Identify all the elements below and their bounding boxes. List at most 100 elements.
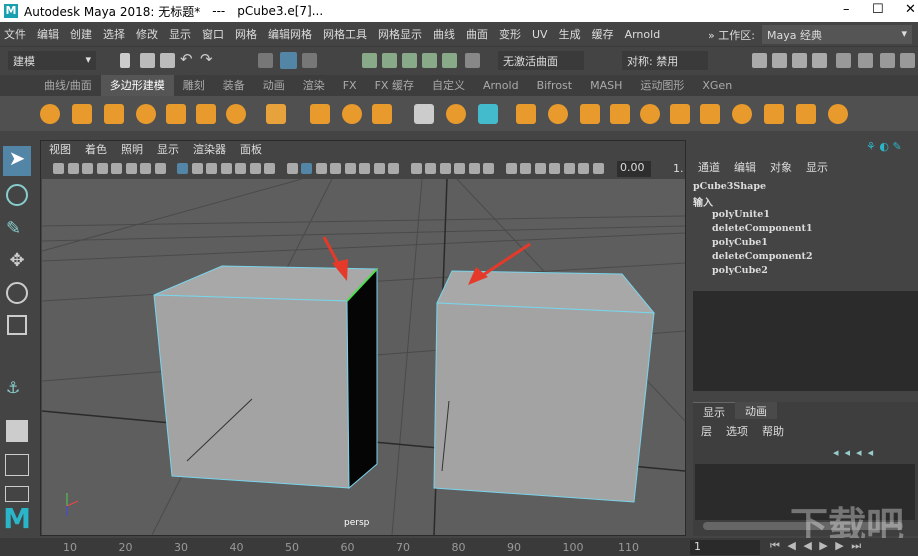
- shelf-tool-icon[interactable]: [580, 104, 600, 124]
- viewport-tool-icon[interactable]: [235, 163, 246, 174]
- shelf-tool-icon[interactable]: [446, 104, 466, 124]
- shelf-tool-icon[interactable]: [640, 104, 660, 124]
- menu-set-select[interactable]: 建模 ▾: [8, 51, 96, 70]
- menu-item[interactable]: 修改: [136, 26, 158, 42]
- save-scene-icon[interactable]: [160, 53, 175, 68]
- symmetry-field[interactable]: 对称: 禁用: [622, 51, 708, 70]
- viewport-tool-icon[interactable]: [286, 163, 298, 174]
- menu-item[interactable]: 创建: [70, 26, 92, 42]
- channel-menu-item[interactable]: 对象: [770, 159, 792, 175]
- input-node[interactable]: polyCube1: [712, 236, 813, 250]
- shelf-tab[interactable]: XGen: [693, 75, 741, 96]
- layer-menu-item[interactable]: 帮助: [762, 423, 784, 439]
- shelf-tab[interactable]: 运动图形: [631, 75, 693, 96]
- render-view-icon[interactable]: [752, 53, 767, 68]
- layer-menu-item[interactable]: 选项: [726, 423, 748, 439]
- viewport-menu-item[interactable]: 渲染器: [193, 141, 226, 158]
- shelf-tab[interactable]: 装备: [214, 75, 254, 96]
- viewport-menu-item[interactable]: 显示: [157, 141, 179, 158]
- snap-point-icon[interactable]: [402, 53, 417, 68]
- viewport-tool-icon[interactable]: [53, 163, 64, 174]
- select-hierarchy-icon[interactable]: [258, 53, 273, 68]
- channel-menu-item[interactable]: 编辑: [734, 159, 756, 175]
- new-scene-icon[interactable]: [120, 53, 130, 68]
- shelf-tool-icon[interactable]: [700, 104, 720, 124]
- channel-box-icon[interactable]: [900, 53, 915, 68]
- viewport-tool-icon[interactable]: [563, 163, 575, 174]
- current-frame-field[interactable]: 1: [690, 540, 760, 555]
- menu-item[interactable]: 显示: [169, 26, 191, 42]
- input-node[interactable]: deleteComponent2: [712, 250, 813, 264]
- minimize-button[interactable]: –: [843, 2, 850, 17]
- viewport-tool-icon[interactable]: [578, 163, 589, 174]
- viewport-tool-icon[interactable]: [191, 163, 203, 174]
- shelf-tool-icon[interactable]: [342, 104, 362, 124]
- menu-item[interactable]: 选择: [103, 26, 125, 42]
- menu-item[interactable]: 编辑网格: [268, 26, 312, 42]
- playback-controls[interactable]: ⏮ ◀ ◀ ▶ ▶ ⏭: [770, 539, 863, 553]
- viewport-tool-icon[interactable]: [249, 163, 261, 174]
- shelf-tab[interactable]: 曲线/曲面: [35, 75, 101, 96]
- channel-menu-item[interactable]: 显示: [806, 159, 828, 175]
- shelf-tool-icon[interactable]: [40, 104, 60, 124]
- shelf-tool-icon[interactable]: [136, 104, 156, 124]
- render-settings-icon[interactable]: [812, 53, 827, 68]
- shelf-tool-icon[interactable]: [226, 104, 246, 124]
- shelf-tab[interactable]: 动画: [254, 75, 294, 96]
- viewport-menu-item[interactable]: 照明: [121, 141, 143, 158]
- shelf-tab[interactable]: 雕刻: [174, 75, 214, 96]
- panel-icons[interactable]: ⚘ ◐ ✎: [866, 140, 916, 154]
- menu-item[interactable]: 曲线: [433, 26, 455, 42]
- viewport-tool-icon[interactable]: [468, 163, 480, 174]
- shelf-tool-icon[interactable]: [372, 104, 392, 124]
- shelf-tab[interactable]: 渲染: [294, 75, 334, 96]
- viewport-tool-icon[interactable]: [592, 163, 604, 174]
- viewport-menu-item[interactable]: 视图: [49, 141, 71, 158]
- shelf-tab[interactable]: 自定义: [423, 75, 474, 96]
- gamma-value[interactable]: 1.: [673, 162, 684, 175]
- shelf-tool-icon[interactable]: [414, 104, 434, 124]
- select-component-icon[interactable]: [302, 53, 317, 68]
- shelf-tool-icon[interactable]: [764, 104, 784, 124]
- shelf-tab[interactable]: MASH: [581, 75, 631, 96]
- scale-tool-icon[interactable]: [7, 315, 27, 335]
- viewport-tool-icon[interactable]: [344, 163, 356, 174]
- render-icon[interactable]: [772, 53, 787, 68]
- shelf-tab[interactable]: FX: [334, 75, 366, 96]
- viewport-tool-icon[interactable]: [140, 163, 151, 174]
- modeling-toolkit-icon[interactable]: [836, 53, 851, 68]
- shelf-tool-icon[interactable]: [72, 104, 92, 124]
- viewport-tool-icon[interactable]: [111, 163, 122, 174]
- viewport-tool-icon[interactable]: [439, 163, 451, 174]
- layout-icon[interactable]: [5, 486, 29, 502]
- input-node[interactable]: polyUnite1: [712, 208, 813, 222]
- viewport-tool-icon[interactable]: [373, 163, 385, 174]
- menu-item[interactable]: 缓存: [592, 26, 614, 42]
- shelf-tool-icon[interactable]: [516, 104, 536, 124]
- shelf-tool-icon[interactable]: [732, 104, 752, 124]
- shelf-tool-icon[interactable]: [610, 104, 630, 124]
- workspace-select[interactable]: Maya 经典 ▾: [762, 25, 912, 44]
- rotate-tool-icon[interactable]: [6, 282, 28, 304]
- menu-item[interactable]: 网格工具: [323, 26, 367, 42]
- layer-menu-item[interactable]: 层: [701, 423, 712, 439]
- viewport-tool-icon[interactable]: [220, 163, 232, 174]
- menu-item[interactable]: UV: [532, 28, 548, 41]
- shelf-tool-icon[interactable]: [478, 104, 498, 124]
- layer-tab[interactable]: 显示: [693, 402, 735, 419]
- character-controls-icon[interactable]: [858, 53, 873, 68]
- viewport-tool-icon[interactable]: [206, 163, 217, 174]
- shelf-tool-icon[interactable]: [104, 104, 124, 124]
- viewport-tool-icon[interactable]: [315, 163, 327, 174]
- shelf-tab[interactable]: 多边形建模: [100, 75, 174, 96]
- shelf-tool-icon[interactable]: [670, 104, 690, 124]
- 3d-viewport[interactable]: persp: [42, 179, 685, 535]
- single-view-icon[interactable]: [6, 420, 28, 442]
- close-button[interactable]: ✕: [905, 2, 916, 17]
- time-slider[interactable]: 10 20 30 40 50 60 70 80 90 100 110 1 ⏮ ◀ ◀ ▶ ▶ ⏭: [0, 538, 918, 556]
- shelf-tool-icon[interactable]: [196, 104, 216, 124]
- viewport-tool-icon[interactable]: [67, 163, 79, 174]
- live-surface-field[interactable]: 无激活曲面: [498, 51, 584, 70]
- select-object-icon[interactable]: [280, 52, 297, 69]
- viewport-tool-icon[interactable]: [505, 163, 517, 174]
